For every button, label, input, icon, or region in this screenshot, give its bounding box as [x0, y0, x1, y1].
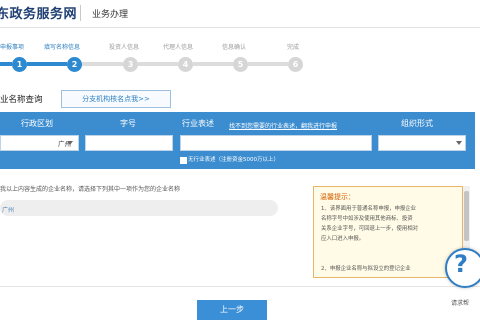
help-label[interactable]: 请求帮 — [451, 298, 469, 307]
industry-input[interactable] — [180, 135, 372, 151]
tip-line: 名称字号中如涉及使用其他商标、投资 — [321, 216, 413, 222]
step-label-6: 完成 — [287, 44, 300, 51]
step-connector — [27, 62, 67, 66]
org-form-select[interactable] — [378, 135, 466, 151]
region-column-header: 行政区划 — [21, 119, 53, 128]
chevron-down-icon[interactable] — [67, 141, 73, 145]
tip-line: 关系企业字号，可回退上一步，使用相对 — [321, 226, 419, 232]
tip-item-1: 1、该界面用于普通名称申报，申报企业 名称字号中如涉及使用其他商标、投资 关系企… — [321, 204, 418, 244]
tips-scrollbar-thumb[interactable] — [464, 191, 469, 241]
zihao-input[interactable] — [85, 135, 173, 151]
industry-column-header: 行业表述 — [182, 119, 214, 128]
step-label-1: 申报事项 — [0, 44, 25, 51]
step-connector — [193, 62, 233, 66]
question-mark-icon[interactable]: ? — [454, 250, 468, 278]
step-connector — [0, 62, 12, 66]
tips-title: 温馨提示： — [320, 193, 355, 201]
step-circle-2: 2 — [67, 57, 82, 72]
previous-step-button[interactable]: 上一步 — [197, 300, 267, 320]
header-divider-line — [0, 27, 480, 28]
section-title: 业务办理 — [92, 10, 129, 20]
branch-name-check-link[interactable]: 分支机构核名点我>> — [61, 90, 171, 108]
zihao-column-header: 字号 — [120, 119, 136, 128]
tip-line: 1、该界面用于普通名称申报，申报企业 — [321, 206, 417, 212]
footer-divider — [0, 286, 480, 287]
step-connector — [248, 62, 288, 66]
tip-item-2: 2、申报企业名称与拟设立的登记企业 — [321, 266, 411, 272]
step-connector — [138, 62, 178, 66]
no-industry-checkbox-label: 无行业表述（注册资金5000万以上） — [188, 157, 279, 163]
step-label-5: 信息确认 — [222, 44, 247, 51]
org-form-column-header: 组织形式 — [401, 119, 433, 128]
step-circle-1: 1 — [12, 57, 27, 72]
query-title: 业名称查询 — [0, 95, 43, 105]
header-divider — [80, 5, 81, 21]
result-name-row[interactable] — [0, 200, 278, 216]
step-label-4: 代理人信息 — [163, 44, 194, 51]
step-label-3: 投资人信息 — [109, 44, 140, 51]
site-title: 东政务服务网 — [0, 7, 78, 22]
no-industry-checkbox[interactable] — [180, 157, 187, 164]
step-connector — [82, 62, 123, 66]
industry-declare-link[interactable]: 找不到您需要的行业表述，翻我进行申报 — [229, 121, 337, 130]
chevron-down-icon[interactable] — [456, 141, 462, 145]
result-name-value: 广州 — [2, 207, 15, 214]
tip-line: 应入口进入申报。 — [321, 236, 365, 242]
step-circle-4: 4 — [178, 57, 193, 72]
step-label-2: 填写名称信息 — [44, 44, 81, 51]
step-circle-3: 3 — [123, 57, 138, 72]
step-circle-5: 5 — [233, 57, 248, 72]
step-circle-6: 6 — [288, 57, 303, 72]
result-instruction: 我以上内容生成的企业名称，请选择下列其中一项作为您的企业名称 — [0, 186, 181, 193]
